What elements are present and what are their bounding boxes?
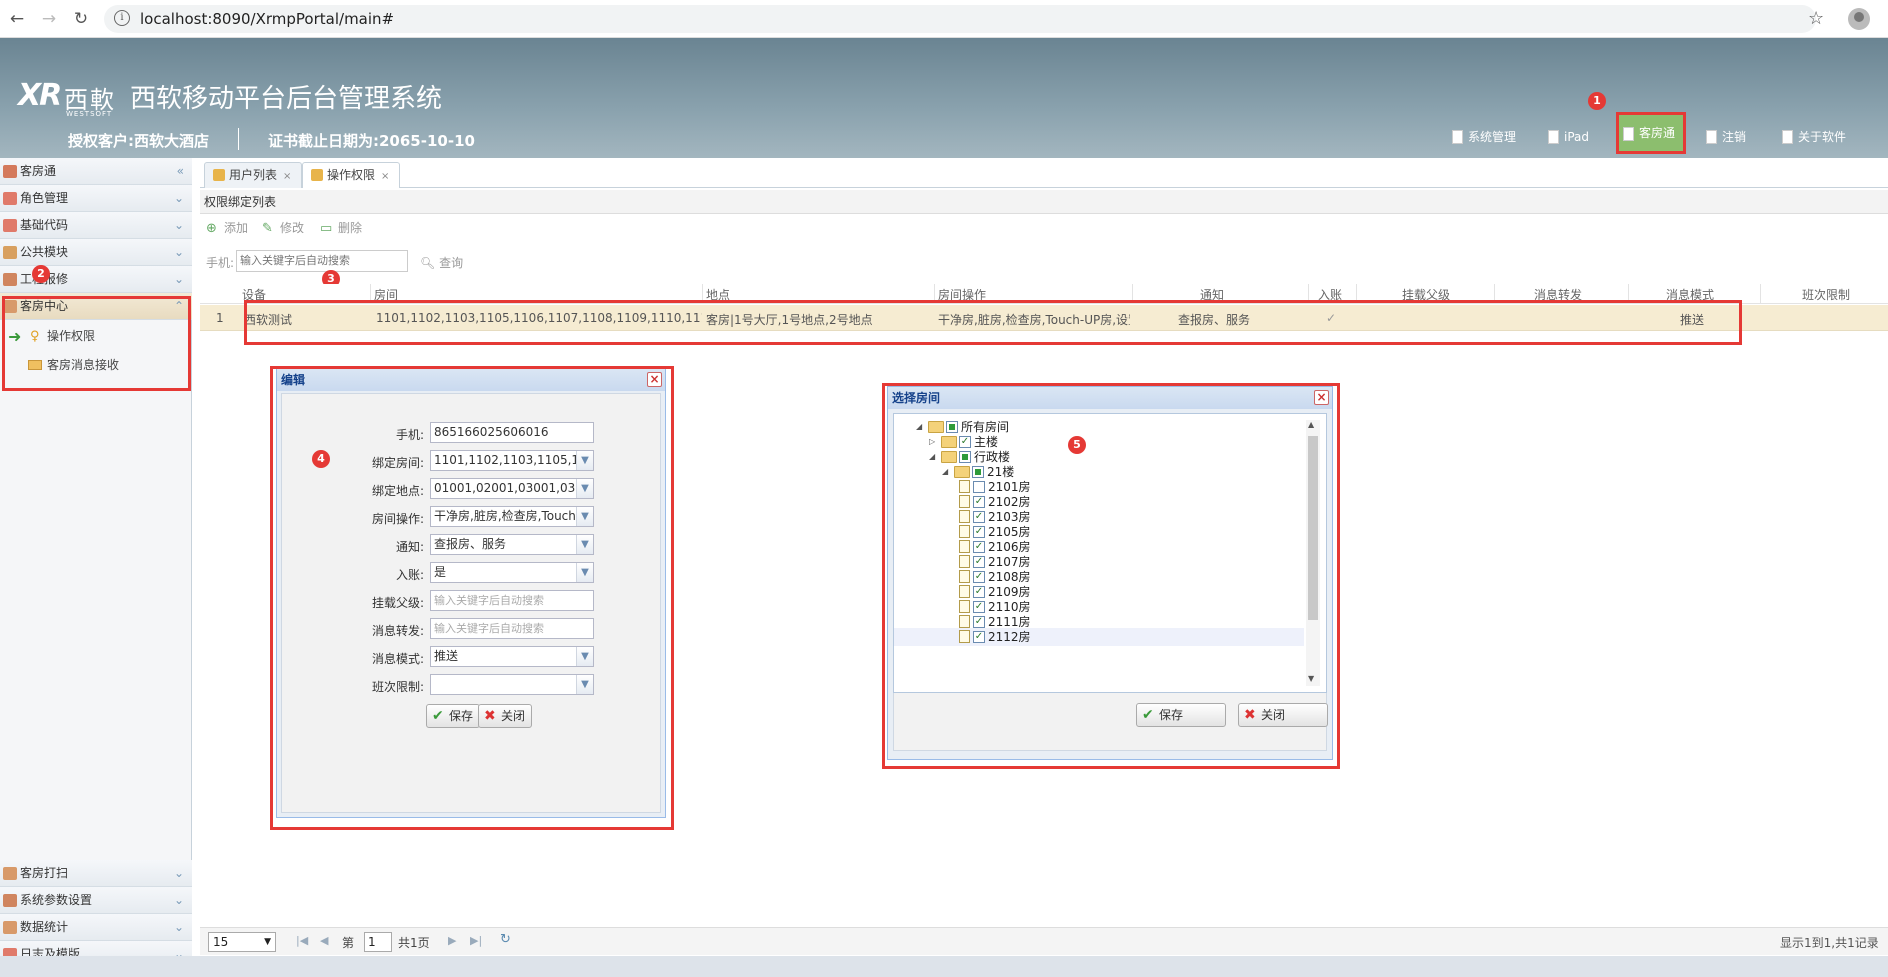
col-shift[interactable]: 班次限制 [1802,286,1850,303]
badge-1: 1 [1588,92,1606,110]
bottom-bar [0,956,1888,977]
cert-label: 证书截止日期为:2065-10-10 [268,132,475,150]
system-title: 西软移动平台后台管理系统 [130,84,443,114]
tab-permissions[interactable]: 操作权限 × [302,162,401,188]
ipad-button[interactable]: iPad [1544,124,1595,150]
chevron-down-icon: ⌄ [173,191,184,205]
forward-icon[interactable]: → [38,8,60,30]
doc-icon [1623,127,1634,141]
close-icon[interactable]: × [381,171,389,182]
doc-icon [1548,130,1559,144]
panel-title: 权限绑定列表 [200,190,1888,214]
url-text: localhost:8090/XrmpPortal/main# [140,10,395,28]
about-button[interactable]: 关于软件 [1778,124,1852,150]
user-icon [213,169,225,181]
pencil-icon: ✎ [262,221,273,236]
last-page-icon[interactable]: ▶| [470,934,482,947]
key-icon [311,169,323,181]
col-sep [1760,284,1761,304]
badge-4: 4 [312,450,330,468]
chevron-down-icon: ⌄ [173,272,184,286]
back-icon[interactable]: ← [6,8,28,30]
client-label: 授权客户:西软大酒店 [68,132,209,150]
query-button[interactable]: 🔍︎ 查询 [420,254,463,271]
delete-button[interactable]: ▭ 删除 [320,216,362,240]
page-total: 共1页 [398,936,430,950]
tab-user-list[interactable]: 用户列表 × [204,162,303,188]
edit-button[interactable]: ✎ 修改 [262,216,304,240]
sidebar-section-roles[interactable]: 角色管理 ⌄ [0,185,192,212]
browser-bar: ← → ↻ i localhost:8090/XrmpPortal/main# … [0,0,1888,38]
star-icon[interactable]: ☆ [1808,8,1824,29]
search-label: 手机: [206,256,235,270]
info-icon[interactable]: i [114,10,130,26]
highlight-box-room [882,383,1340,769]
logout-button[interactable]: 注销 [1702,124,1752,150]
add-icon: ⊕ [206,221,217,236]
row-number: 1 [216,311,224,325]
sidebar-section-public[interactable]: 公共模块 ⌄ [0,239,192,266]
grid-icon [3,246,17,259]
sidebar-section-basecode[interactable]: 基础代码 ⌄ [0,212,192,239]
tag-icon [3,192,17,205]
search-icon: 🔍︎ [420,256,436,270]
delete-icon: ▭ [320,221,333,236]
prev-page-icon[interactable]: ◀ [320,934,328,947]
close-icon[interactable]: × [283,171,291,182]
exit-icon [1706,130,1717,144]
header-divider [238,128,239,150]
highlight-box-edit [270,366,674,830]
reload-icon[interactable]: ↻ [70,8,92,30]
next-page-icon[interactable]: ▶ [448,934,456,947]
collapse-icon[interactable]: « [177,158,184,184]
first-page-icon[interactable]: |◀ [296,934,308,947]
sidebar-section-cleaning[interactable]: 客房打扫 ⌄ [0,860,192,887]
sidebar-section-kefangtong[interactable]: 客房通 « [0,158,192,185]
chevron-down-icon: ⌄ [173,218,184,232]
sidebar: 客房通« 角色管理⌄ 基础代码⌄ 公共模块⌄ 工程报修⌄ 客房中心⌃ ➜♀操作权… [0,158,192,968]
sidebar-section-params[interactable]: 系统参数设置 ⌄ [0,887,192,914]
highlight-box-row [244,300,1742,345]
page-label: 第 [342,936,355,950]
tools-icon [3,273,17,286]
doc-icon [1452,130,1463,144]
page-number-input[interactable]: 1 [364,932,392,952]
chevron-down-icon: ⌄ [173,866,184,880]
highlight-box-sidebar [2,296,191,391]
logo: XR 西軟 WESTSOFT [18,78,116,118]
pager: 15 ▼ |◀ ◀ 第 1 共1页 ▶ ▶| ↻ 显示1到1,共1记录 [200,927,1888,955]
page-size-select[interactable]: 15 ▼ [208,932,276,952]
doc-icon [1782,130,1793,144]
chevron-down-icon: ⌄ [173,893,184,907]
sliders-icon [3,894,17,907]
refresh-icon[interactable]: ↻ [500,932,511,947]
badge-2: 2 [32,265,50,283]
sidebar-section-stats[interactable]: 数据统计 ⌄ [0,914,192,941]
add-button[interactable]: ⊕ 添加 [206,216,248,240]
chevron-down-icon: ▼ [264,937,271,947]
chart-icon [3,921,17,934]
home-icon [3,867,17,880]
chevron-down-icon: ⌄ [173,920,184,934]
address-bar[interactable]: i localhost:8090/XrmpPortal/main# [104,5,1816,33]
list-icon [3,165,17,178]
search-input[interactable] [236,250,408,272]
account-icon[interactable] [1848,8,1870,30]
badge-5: 5 [1068,436,1086,454]
display-info: 显示1到1,共1记录 [1780,936,1879,950]
tab-bar: 用户列表 × 操作权限 × [200,160,1888,188]
sidebar-section-repair[interactable]: 工程报修⌄ [0,266,192,293]
chevron-down-icon: ⌄ [173,245,184,259]
kefangtong-button[interactable]: 客房通 [1616,112,1686,154]
system-manage-button[interactable]: 系统管理 [1448,124,1522,150]
tag-icon [3,219,17,232]
